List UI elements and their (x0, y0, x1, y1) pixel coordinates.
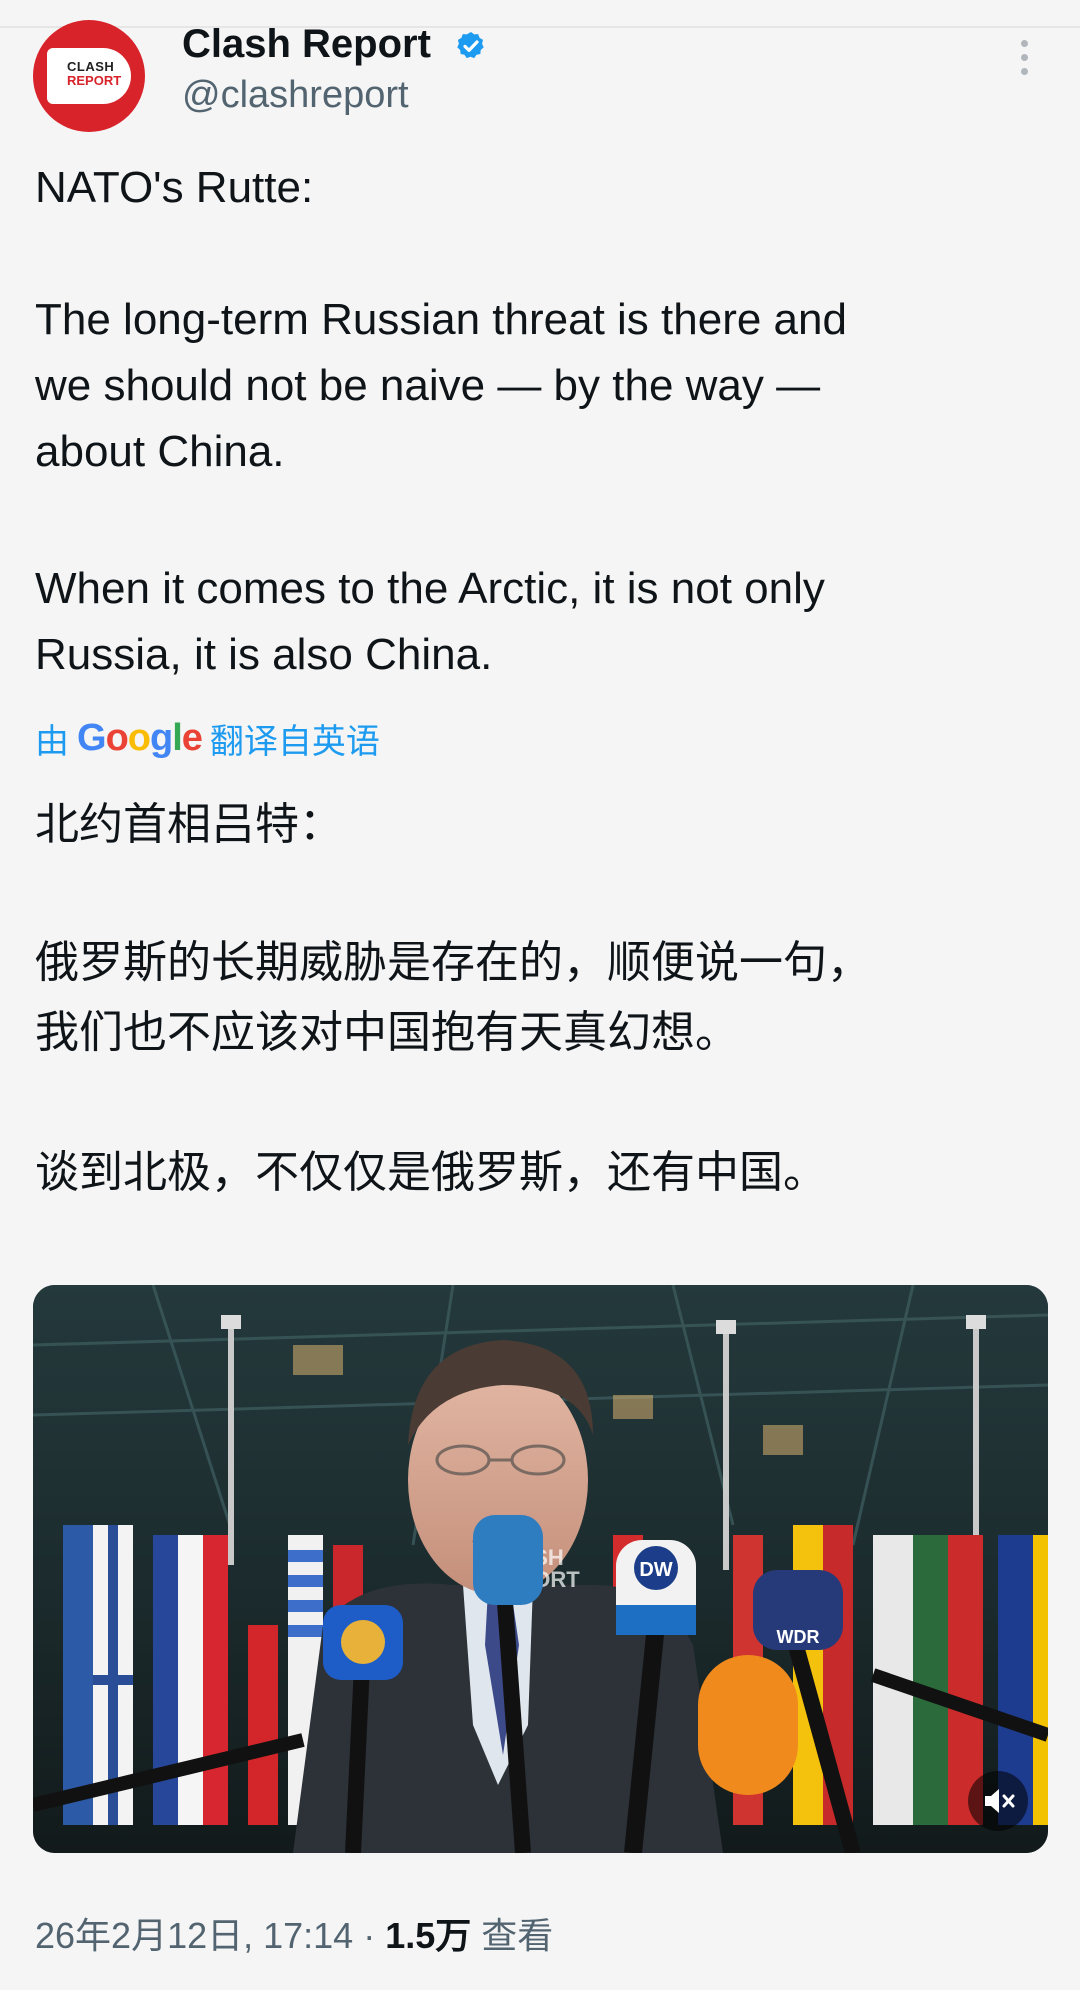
mic-label-dw: DW (639, 1559, 672, 1581)
display-name[interactable]: Clash Report (182, 20, 431, 68)
video-frame: CLASH REPORT DW WDR (33, 1285, 1048, 1853)
views-count[interactable]: 1.5万 (385, 1915, 471, 1956)
avatar-logo-text-2: REPORT (67, 73, 122, 88)
translation-suffix: 翻译自英语 (209, 721, 380, 762)
tweet-text-paragraph-2: The long-term Russian threat is there an… (35, 295, 847, 476)
tweet-text-paragraph-3: When it comes to the Arctic, it is not o… (35, 564, 825, 679)
translated-paragraph-3: 谈到北极，不仅仅是俄罗斯，还有中国。 (35, 1147, 827, 1198)
views-label: 查看 (481, 1915, 554, 1956)
tweet-timestamp[interactable]: 26年2月12日, 17:14 (35, 1915, 353, 1956)
more-options-icon[interactable] (1012, 40, 1036, 84)
tweet-meta: 26年2月12日, 17:14 · 1.5万 查看 (35, 1908, 553, 1964)
account-handle[interactable]: @clashreport (182, 72, 409, 118)
meta-separator: · (363, 1915, 376, 1956)
tweet-text-paragraph-1: NATO's Rutte: (35, 163, 314, 212)
verified-badge-icon (457, 32, 484, 59)
translation-attribution-link[interactable]: 由 Google 翻译自英语 (35, 714, 380, 762)
mic-label-wdr: WDR (777, 1627, 820, 1647)
avatar-logo-text: CLASH (67, 59, 115, 74)
avatar[interactable]: CLASH REPORT (33, 20, 145, 132)
translated-paragraph-2: 俄罗斯的长期威胁是存在的，顺便说一句， 我们也不应该对中国抱有天真幻想。 (35, 937, 871, 1058)
translated-paragraph-1: 北约首相吕特： (35, 799, 343, 850)
video-player[interactable]: CLASH REPORT DW WDR (33, 1285, 1048, 1853)
volume-mute-button[interactable] (968, 1771, 1028, 1831)
top-divider (0, 26, 1080, 28)
volume-mute-icon (985, 1789, 1015, 1813)
translation-prefix: 由 (35, 721, 69, 762)
google-logo: Google (77, 716, 203, 759)
